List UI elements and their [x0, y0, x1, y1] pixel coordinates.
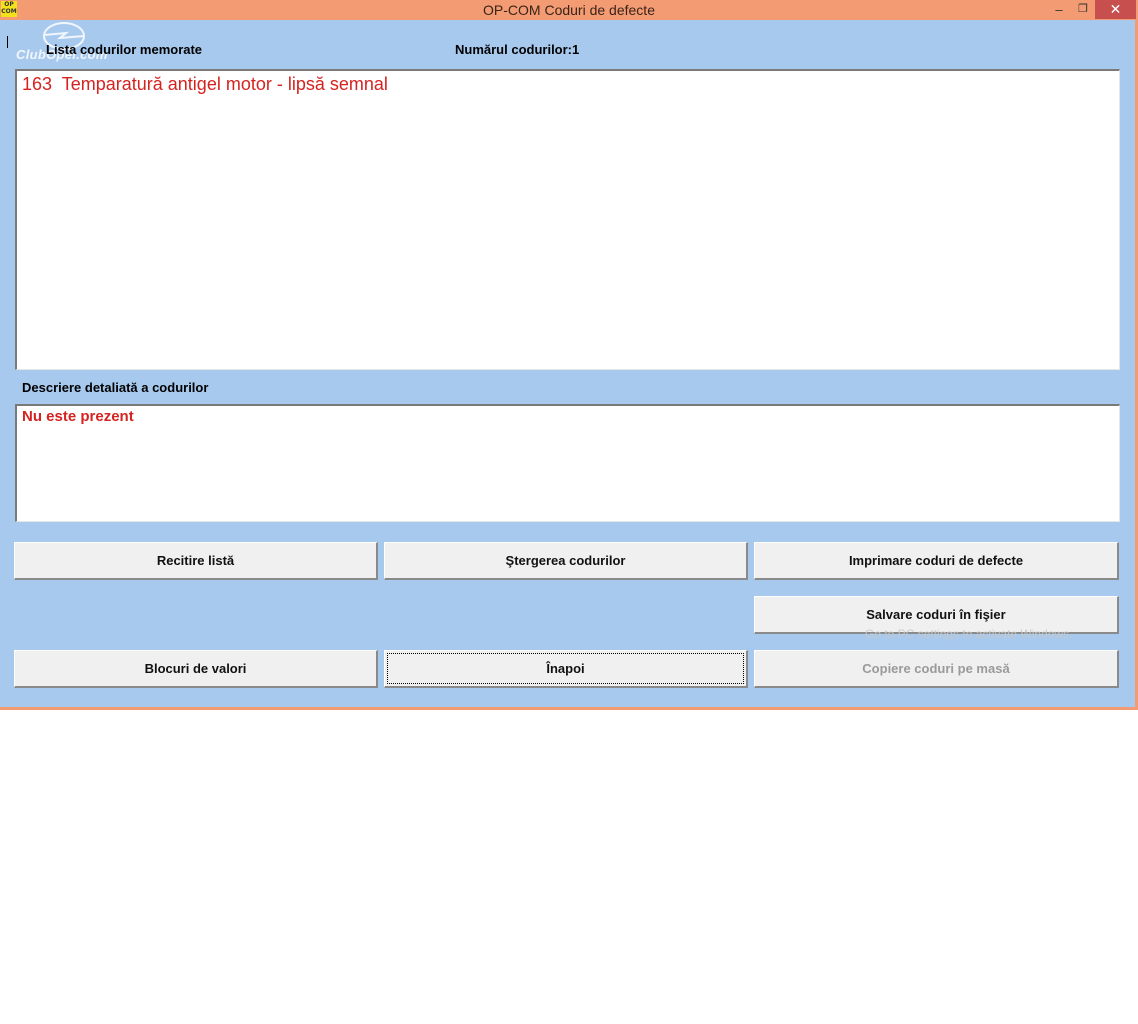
reread-list-button[interactable]: Recitire listă: [14, 542, 378, 580]
description-label: Descriere detaliată a codurilor: [22, 380, 209, 395]
focus-ring: [387, 653, 744, 684]
code-text: Temparatură antigel motor - lipsă semnal: [61, 74, 388, 94]
clear-codes-button[interactable]: Ştergerea codurilor: [384, 542, 748, 580]
description-text: Nu este prezent: [22, 408, 134, 425]
app-window: OP COM OP-COM Coduri de defecte – ❐ ✕ Clu…: [0, 0, 1138, 710]
print-codes-button[interactable]: Imprimare coduri de defecte: [754, 542, 1119, 580]
codes-list[interactable]: 163 Temparatură antigel motor - lipsă se…: [15, 69, 1120, 370]
text-caret: [7, 36, 8, 48]
value-blocks-button[interactable]: Blocuri de valori: [14, 650, 378, 688]
back-button[interactable]: Înapoi: [384, 650, 748, 688]
description-box[interactable]: Nu este prezent: [15, 404, 1120, 522]
title-bar[interactable]: OP COM OP-COM Coduri de defecte – ❐ ✕: [0, 0, 1138, 20]
window-title: OP-COM Coduri de defecte: [483, 2, 655, 18]
codes-list-label: Lista codurilor memorate: [46, 42, 203, 57]
client-area: ClubOpel.com Lista codurilor memorate Nu…: [0, 20, 1135, 707]
restore-button[interactable]: ❐: [1072, 0, 1094, 19]
list-item[interactable]: 163 Temparatură antigel motor - lipsă se…: [22, 74, 388, 95]
minimize-button[interactable]: –: [1046, 0, 1072, 19]
copy-codes-clipboard-button[interactable]: Copiere coduri pe masă: [754, 650, 1119, 688]
activation-watermark: Go to PC settings to activate Windows.: [865, 627, 1073, 641]
code-number: 163: [22, 74, 53, 94]
codes-count-label: Numărul codurilor:1: [455, 42, 580, 57]
close-button[interactable]: ✕: [1095, 0, 1136, 19]
